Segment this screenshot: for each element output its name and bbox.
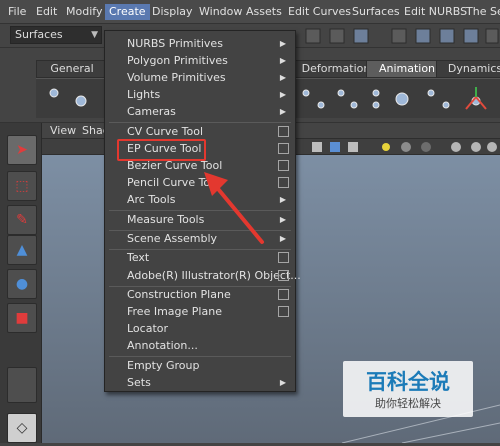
shelf-tab-general[interactable]: General (36, 60, 108, 78)
scale-tool-icon: ■ (15, 310, 29, 326)
option-box-icon[interactable] (278, 289, 289, 300)
scale-tool-button[interactable]: ■ (7, 303, 37, 333)
option-box-icon[interactable] (278, 306, 289, 317)
submenu-arrow-icon: ▶ (279, 378, 286, 387)
menu-item-label: Text (127, 251, 150, 264)
watermark-logo: 百科全说 助你轻松解决 (343, 361, 473, 417)
menu-item-empty-group[interactable]: Empty Group (105, 358, 295, 374)
select-tool-icon: ➤ (16, 142, 28, 158)
watermark-title: 百科全说 (366, 370, 450, 394)
menu-display[interactable]: Display (148, 4, 197, 20)
menu-assets[interactable]: Assets (242, 4, 286, 20)
paint-tool-button[interactable]: ✎ (7, 205, 37, 235)
option-box-icon[interactable] (278, 177, 289, 188)
menu-create[interactable]: Create (105, 4, 150, 20)
menu-item-label: Sets (127, 376, 151, 389)
menu-the-set[interactable]: The Set (462, 4, 500, 20)
submenu-arrow-icon: ▶ (279, 195, 286, 204)
main-menu-bar: File Edit Modify Create Display Window A… (0, 0, 500, 24)
move-tool-icon: ▲ (16, 242, 28, 258)
menu-item-label: Volume Primitives (127, 71, 226, 84)
menu-separator (109, 122, 291, 123)
menu-item-cameras[interactable]: Cameras ▶ (105, 104, 295, 120)
menu-item-label: Annotation... (127, 339, 198, 352)
menu-file[interactable]: File (4, 4, 30, 20)
submenu-arrow-icon: ▶ (279, 234, 286, 243)
menu-surfaces[interactable]: Surfaces (348, 4, 404, 20)
option-box-icon[interactable] (278, 270, 289, 281)
submenu-arrow-icon: ▶ (279, 90, 286, 99)
rotate-tool-icon: ● (15, 276, 29, 292)
menu-edit-nurbs[interactable]: Edit NURBS (400, 4, 471, 20)
menu-set-dropdown[interactable]: Surfaces ▼ (10, 26, 102, 44)
menu-item-label: Construction Plane (127, 288, 231, 301)
submenu-arrow-icon: ▶ (279, 215, 286, 224)
menu-item-label: Locator (127, 322, 169, 335)
move-tool-button[interactable]: ▲ (7, 235, 37, 265)
menu-item-label: Empty Group (127, 359, 200, 372)
lasso-tool-button[interactable]: ⬚ (7, 171, 37, 201)
chevron-down-icon: ▼ (91, 30, 98, 40)
menu-item-text[interactable]: Text (105, 250, 295, 266)
layout-button[interactable]: ◇ (7, 413, 37, 443)
submenu-arrow-icon: ▶ (279, 73, 286, 82)
menu-item-nurbs-primitives[interactable]: NURBS Primitives ▶ (105, 36, 295, 52)
menu-item-polygon-primitives[interactable]: Polygon Primitives ▶ (105, 53, 295, 69)
ep-curve-highlight-box (117, 139, 206, 161)
toolbox: ➤ ⬚ ✎ ▲ ● ■ ◇ (0, 123, 42, 443)
shelf-tab-dynamics[interactable]: Dynamics (436, 60, 500, 78)
menu-item-label: CV Curve Tool (127, 125, 204, 138)
panel-menu-view[interactable]: View (50, 124, 76, 137)
menu-set-value: Surfaces (15, 28, 63, 41)
menu-item-label: Arc Tools (127, 193, 176, 206)
menu-edit-curves[interactable]: Edit Curves (284, 4, 355, 20)
menu-item-cv-curve-tool[interactable]: CV Curve Tool (105, 124, 295, 140)
paint-tool-icon: ✎ (16, 212, 28, 228)
lasso-tool-icon: ⬚ (15, 178, 29, 194)
menu-item-volume-primitives[interactable]: Volume Primitives ▶ (105, 70, 295, 86)
option-box-icon[interactable] (278, 252, 289, 263)
menu-item-locator[interactable]: Locator (105, 321, 295, 337)
arrow-annotation-icon (204, 172, 264, 244)
submenu-arrow-icon: ▶ (279, 56, 286, 65)
menu-item-sets[interactable]: Sets ▶ (105, 375, 295, 391)
select-tool-button[interactable]: ➤ (7, 135, 37, 165)
menu-separator (109, 356, 291, 357)
menu-item-label: Lights (127, 88, 161, 101)
submenu-arrow-icon: ▶ (279, 107, 286, 116)
menu-edit[interactable]: Edit (32, 4, 61, 20)
menu-item-label: Polygon Primitives (127, 54, 228, 67)
menu-item-construction-plane[interactable]: Construction Plane (105, 287, 295, 303)
option-box-icon[interactable] (278, 126, 289, 137)
menu-item-lights[interactable]: Lights ▶ (105, 87, 295, 103)
menu-item-label: Free Image Plane (127, 305, 222, 318)
watermark-subtitle: 助你轻松解决 (375, 397, 441, 410)
menu-item-label: Adobe(R) Illustrator(R) Object... (127, 269, 301, 282)
menu-item-label: Measure Tools (127, 213, 205, 226)
option-box-icon[interactable] (278, 160, 289, 171)
menu-item-free-image-plane[interactable]: Free Image Plane (105, 304, 295, 320)
rotate-tool-button[interactable]: ● (7, 269, 37, 299)
last-tool-button[interactable] (7, 367, 37, 403)
option-box-icon[interactable] (278, 143, 289, 154)
status-line-icons[interactable] (296, 27, 500, 45)
menu-window[interactable]: Window (195, 4, 246, 20)
menu-item-label: Cameras (127, 105, 176, 118)
menu-modify[interactable]: Modify (62, 4, 106, 20)
grid-icon: ◇ (16, 420, 28, 436)
menu-item-annotation[interactable]: Annotation... (105, 338, 295, 354)
menu-item-label: NURBS Primitives (127, 37, 223, 50)
menu-item-adobe-illustrator-object[interactable]: Adobe(R) Illustrator(R) Object... (105, 268, 301, 284)
submenu-arrow-icon: ▶ (279, 39, 286, 48)
